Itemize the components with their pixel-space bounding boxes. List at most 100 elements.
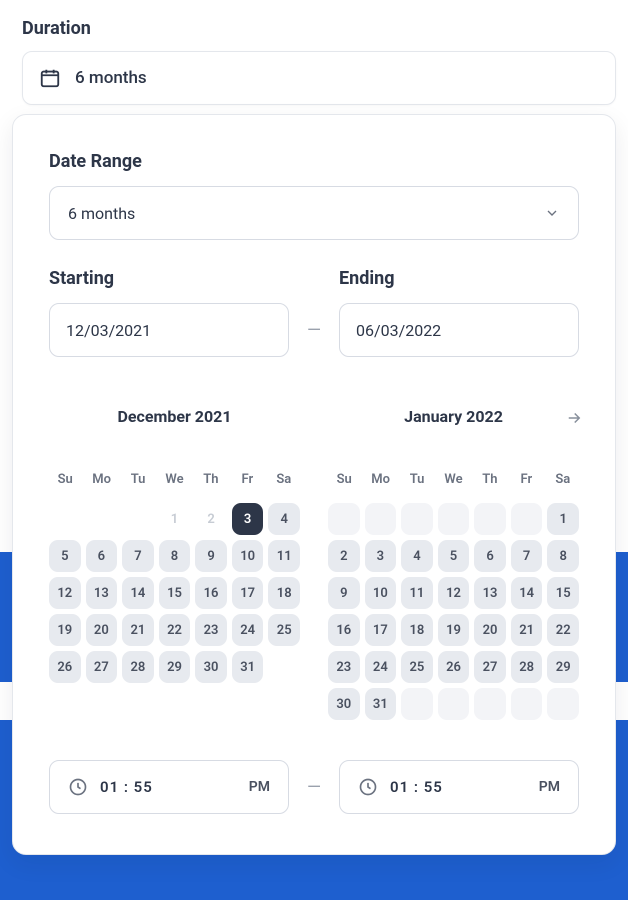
calendar-day[interactable]: 21 [122,614,154,646]
calendar-day[interactable]: 17 [232,577,264,609]
calendar-day[interactable]: 3 [232,503,264,535]
calendar-day[interactable]: 19 [438,614,470,646]
dow-label: We [437,472,469,487]
calendar-day[interactable]: 9 [328,577,360,609]
date-separator: — [307,320,321,357]
calendar-day[interactable]: 6 [86,540,118,572]
calendar-day[interactable]: 18 [268,577,300,609]
calendar-day[interactable]: 25 [268,614,300,646]
calendar-day[interactable]: 30 [195,651,227,683]
calendar-day[interactable]: 12 [49,577,81,609]
dow-label: Fr [510,472,542,487]
calendar-day[interactable]: 28 [122,651,154,683]
end-time-period: PM [539,779,560,795]
calendar-day[interactable]: 10 [365,577,397,609]
ending-label: Ending [339,268,579,289]
calendar-cell-empty [438,688,470,720]
calendar-day[interactable]: 18 [401,614,433,646]
calendar-day[interactable]: 13 [86,577,118,609]
calendar-day[interactable]: 15 [547,577,579,609]
calendar-day[interactable]: 5 [49,540,81,572]
calendar-day[interactable]: 12 [438,577,470,609]
calendar-day[interactable]: 10 [232,540,264,572]
calendar-day[interactable]: 1 [159,503,191,535]
calendar-day[interactable]: 9 [195,540,227,572]
calendar-cell-empty [328,503,360,535]
calendar-day[interactable]: 11 [268,540,300,572]
calendar-day[interactable]: 29 [547,651,579,683]
calendar-day[interactable]: 22 [547,614,579,646]
calendar-day[interactable]: 26 [49,651,81,683]
start-time-field[interactable]: 01 : 55 PM [49,760,289,814]
calendar-day[interactable]: 7 [511,540,543,572]
calendar-day[interactable]: 3 [365,540,397,572]
clock-icon [68,777,88,797]
ending-value: 06/03/2022 [356,321,441,340]
start-time-value: 01 : 55 [100,778,153,796]
calendar-day[interactable]: 28 [511,651,543,683]
calendar-day[interactable]: 14 [122,577,154,609]
calendar-month-a: December 2021 SuMoTuWeThFrSa 12345678910… [49,407,300,720]
calendar-day[interactable]: 13 [474,577,506,609]
calendar-day[interactable]: 16 [195,577,227,609]
dow-label: Sa [268,472,300,487]
calendar-day[interactable]: 15 [159,577,191,609]
duration-value: 6 months [75,68,147,88]
range-select-value: 6 months [68,204,135,223]
calendar-day[interactable]: 11 [401,577,433,609]
calendar-day[interactable]: 7 [122,540,154,572]
calendar-day[interactable]: 21 [511,614,543,646]
calendar-day[interactable]: 27 [474,651,506,683]
dow-label: Th [474,472,506,487]
calendar-day[interactable]: 1 [547,503,579,535]
clock-icon [358,777,378,797]
calendar-day[interactable]: 31 [365,688,397,720]
calendar-day[interactable]: 17 [365,614,397,646]
calendar-day[interactable]: 23 [328,651,360,683]
calendar-icon [39,67,61,89]
calendar-day[interactable]: 25 [401,651,433,683]
calendar-day[interactable]: 20 [86,614,118,646]
calendar-day[interactable]: 20 [474,614,506,646]
calendar-cell-empty [474,503,506,535]
calendar-day[interactable]: 24 [232,614,264,646]
calendar-day[interactable]: 2 [328,540,360,572]
calendar-day[interactable]: 5 [438,540,470,572]
calendar-cell-empty [474,688,506,720]
duration-field[interactable]: 6 months [22,51,616,105]
calendar-cell-empty [49,503,81,535]
dow-label: Su [328,472,360,487]
calendar-day[interactable]: 23 [195,614,227,646]
range-select[interactable]: 6 months [49,186,579,240]
dow-label: Sa [547,472,579,487]
calendar-day[interactable]: 2 [195,503,227,535]
calendar-day[interactable]: 4 [401,540,433,572]
dow-label: Tu [401,472,433,487]
calendar-day[interactable]: 6 [474,540,506,572]
starting-input[interactable]: 12/03/2021 [49,303,289,357]
month-a-title: December 2021 [49,407,300,426]
calendar-day[interactable]: 27 [86,651,118,683]
starting-label: Starting [49,268,289,289]
month-b-title: January 2022 [328,407,579,426]
calendar-day[interactable]: 16 [328,614,360,646]
calendar-day[interactable]: 4 [268,503,300,535]
calendar-day[interactable]: 29 [159,651,191,683]
arrow-right-icon [565,409,583,427]
calendar-cell-empty [547,688,579,720]
calendar-day[interactable]: 14 [511,577,543,609]
calendar-day[interactable]: 8 [547,540,579,572]
calendar-day[interactable]: 24 [365,651,397,683]
calendar-day[interactable]: 30 [328,688,360,720]
calendar-day[interactable]: 22 [159,614,191,646]
dow-label: Mo [364,472,396,487]
chevron-down-icon [544,205,560,221]
time-separator: — [307,777,321,798]
ending-input[interactable]: 06/03/2022 [339,303,579,357]
next-month-button[interactable] [565,409,583,431]
calendar-day[interactable]: 31 [232,651,264,683]
calendar-day[interactable]: 19 [49,614,81,646]
calendar-day[interactable]: 8 [159,540,191,572]
end-time-field[interactable]: 01 : 55 PM [339,760,579,814]
calendar-day[interactable]: 26 [438,651,470,683]
